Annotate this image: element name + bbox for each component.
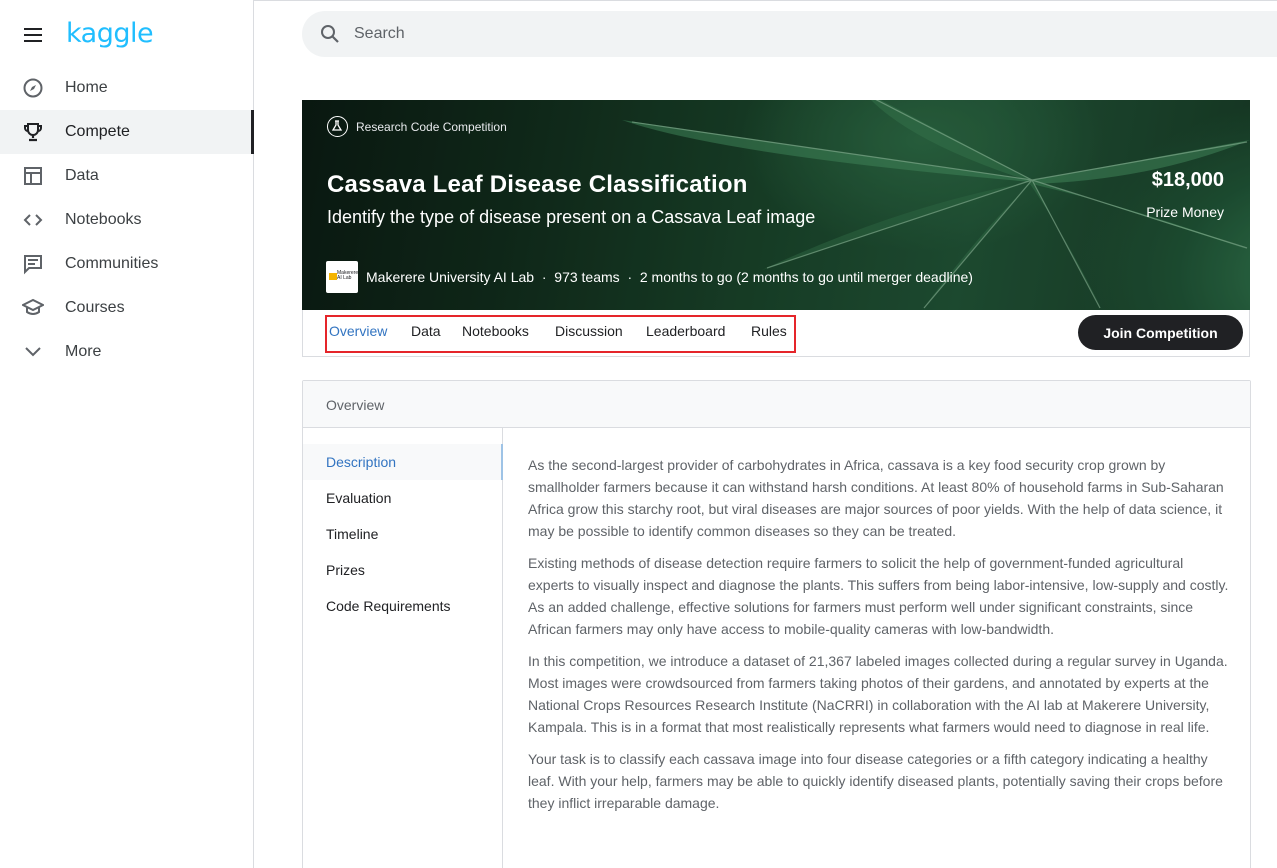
trophy-icon <box>24 123 42 142</box>
description-content: As the second-largest provider of carboh… <box>528 454 1230 824</box>
sidebar-item-notebooks[interactable]: Notebooks <box>0 198 253 242</box>
chevron-down-icon <box>25 347 41 357</box>
description-paragraph: In this competition, we introduce a data… <box>528 653 1228 735</box>
host-info: Makerere AI Lab Makerere University AI L… <box>326 261 973 293</box>
sidebar-item-courses[interactable]: Courses <box>0 286 253 330</box>
competition-subtitle: Identify the type of disease present on … <box>327 207 816 227</box>
description-paragraph: Existing methods of disease detection re… <box>528 555 1229 637</box>
overview-subnav: Description Evaluation Timeline Prizes C… <box>303 428 503 868</box>
subnav-item-evaluation[interactable]: Evaluation <box>303 480 503 516</box>
kaggle-logo[interactable]: kaggle <box>66 18 154 49</box>
sidebar-item-label: More <box>65 343 102 360</box>
sidebar-item-label: Communities <box>65 255 159 272</box>
competition-tabs-bar: Overview Data Notebooks Discussion Leade… <box>302 310 1250 357</box>
prize-amount: $18,000 <box>1151 169 1224 191</box>
subnav-item-code-requirements[interactable]: Code Requirements <box>303 588 503 624</box>
tab-overview[interactable]: Overview <box>329 323 387 339</box>
search-icon <box>321 25 339 43</box>
sidebar: kaggle Home Compete Data Notebooks Commu… <box>0 0 254 868</box>
sidebar-item-label: Notebooks <box>65 211 142 228</box>
table-icon <box>24 167 42 185</box>
search-bar[interactable]: Search <box>302 11 1277 57</box>
sidebar-item-label: Compete <box>65 123 130 140</box>
join-competition-button[interactable]: Join Competition <box>1078 315 1243 350</box>
flask-icon <box>327 116 348 137</box>
subnav-item-timeline[interactable]: Timeline <box>303 516 503 552</box>
tab-notebooks[interactable]: Notebooks <box>462 323 529 339</box>
hamburger-menu-icon[interactable] <box>22 24 44 46</box>
tab-leaderboard[interactable]: Leaderboard <box>646 323 725 339</box>
prize-label: Prize Money <box>1146 204 1224 220</box>
overview-header: Overview <box>303 381 1250 428</box>
subnav-item-description[interactable]: Description <box>303 444 503 480</box>
competition-type-label: Research Code Competition <box>356 119 507 134</box>
subnav-item-prizes[interactable]: Prizes <box>303 552 503 588</box>
graduation-cap-icon <box>22 298 44 315</box>
sidebar-nav: Home Compete Data Notebooks Communities … <box>0 66 254 374</box>
chat-icon <box>24 255 42 275</box>
code-icon <box>23 214 43 226</box>
compass-icon <box>23 78 43 98</box>
app-root: kaggle Home Compete Data Notebooks Commu… <box>0 0 1277 868</box>
sidebar-item-label: Data <box>65 167 99 184</box>
sidebar-item-label: Home <box>65 79 108 96</box>
competition-type-badge: Research Code Competition <box>327 116 507 137</box>
sidebar-item-communities[interactable]: Communities <box>0 242 253 286</box>
sidebar-item-label: Courses <box>65 299 125 316</box>
host-meta-line: Makerere University AI Lab · 973 teams ·… <box>366 269 973 285</box>
tab-rules[interactable]: Rules <box>751 323 787 339</box>
overview-header-label: Overview <box>326 397 385 413</box>
tab-data[interactable]: Data <box>411 323 441 339</box>
host-logo[interactable]: Makerere AI Lab <box>326 261 358 293</box>
sidebar-item-data[interactable]: Data <box>0 154 253 198</box>
sidebar-item-home[interactable]: Home <box>0 66 253 110</box>
search-input[interactable]: Search <box>354 25 405 43</box>
description-paragraph: As the second-largest provider of carboh… <box>528 457 1224 539</box>
overview-card: Overview Description Evaluation Timeline… <box>302 380 1251 868</box>
sidebar-item-more[interactable]: More <box>0 330 253 374</box>
competition-title: Cassava Leaf Disease Classification <box>327 171 748 198</box>
competition-banner: Research Code Competition Cassava Leaf D… <box>302 100 1250 310</box>
sidebar-item-compete[interactable]: Compete <box>0 110 254 154</box>
tab-discussion[interactable]: Discussion <box>555 323 623 339</box>
description-paragraph: Your task is to classify each cassava im… <box>528 751 1223 811</box>
